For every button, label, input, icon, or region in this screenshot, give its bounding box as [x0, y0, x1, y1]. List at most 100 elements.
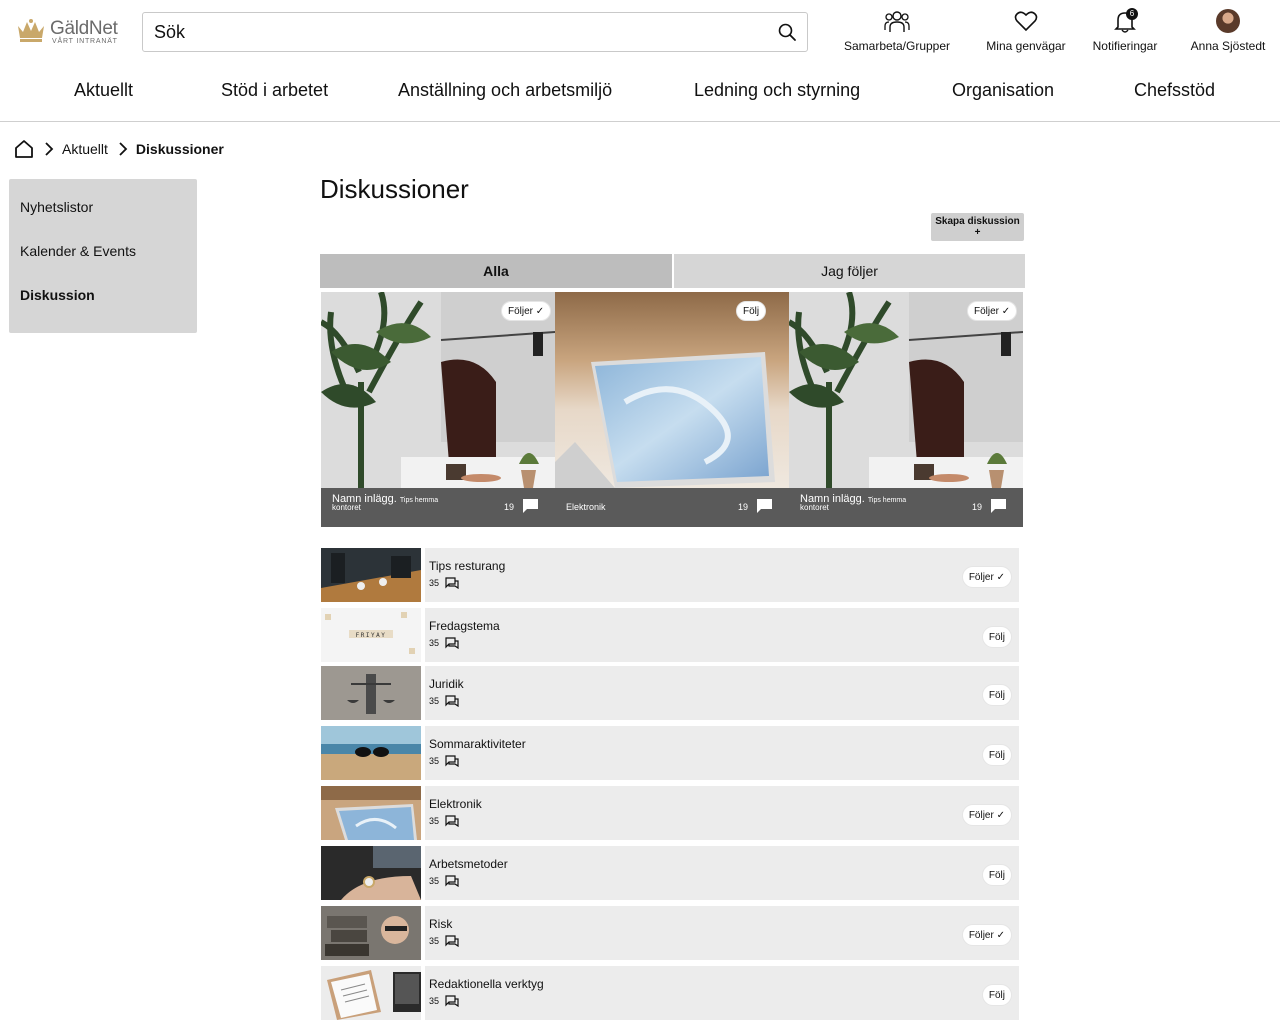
comments-icon [445, 995, 459, 1007]
list-item-body: Fredagstema 35 Följ [425, 608, 1019, 662]
follow-label: Följ [988, 690, 1005, 701]
breadcrumb: Aktuellt Diskussioner [14, 139, 224, 159]
list-item-count: 35 [429, 638, 440, 648]
card-tag-line2: kontoret [800, 503, 829, 512]
logo-sub: VÅRT INTRANÄT [52, 38, 118, 45]
follow-pill[interactable]: Följer ✓ [961, 924, 1012, 946]
follow-label: Följer [968, 930, 994, 941]
nav-notifications[interactable]: 6 Notifieringar [1086, 8, 1164, 56]
list-item[interactable]: Tips resturang 35 Följer ✓ [321, 548, 1019, 602]
list-item-name: Tips resturang [429, 559, 506, 573]
main-nav: Aktuellt Stöd i arbetet Anställning och … [0, 66, 1280, 122]
breadcrumb-aktuellt[interactable]: Aktuellt [62, 141, 108, 157]
list-item-name: Risk [429, 917, 453, 931]
featured-cards: Följer ✓ Namn inlägg. Tips hemma kontore… [321, 292, 1023, 527]
sidebar-item-kalender[interactable]: Kalender & Events [20, 243, 136, 259]
card-tag-line2: kontoret [332, 503, 361, 512]
list-item-body: Tips resturang 35 Följer ✓ [425, 548, 1019, 602]
sidebar-item-diskussion[interactable]: Diskussion [20, 287, 95, 303]
list-item-body: Juridik 35 Följ [425, 666, 1019, 720]
follow-pill[interactable]: Följer ✓ [961, 804, 1012, 826]
list-item[interactable]: Arbetsmetoder 35 Följ [321, 846, 1019, 900]
check-icon: ✓ [996, 810, 1005, 821]
featured-card[interactable]: Följer ✓ Namn inlägg. Tips hemma kontore… [789, 292, 1023, 527]
nav-shortcuts[interactable]: Mina genvägar [978, 8, 1074, 56]
logo-name: GäldNet [50, 18, 118, 39]
mainnav-chefsstod[interactable]: Chefsstöd [1134, 80, 1215, 101]
chevron-right-icon [45, 142, 54, 156]
logo[interactable]: GäldNet VÅRT INTRANÄT [14, 16, 124, 48]
thumb-friyay: FRIYAY [321, 608, 421, 662]
thumb-risk [321, 906, 421, 960]
follow-pill[interactable]: Följer ✓ [967, 301, 1018, 321]
follow-label: Följer [968, 810, 994, 821]
tab-alla[interactable]: Alla [320, 254, 672, 288]
home-icon[interactable] [14, 139, 34, 159]
mainnav-ledning[interactable]: Ledning och styrning [694, 80, 860, 101]
featured-card[interactable]: Följer ✓ Namn inlägg. Tips hemma kontore… [321, 292, 555, 527]
follow-label: Följ [988, 870, 1005, 881]
follow-label: Följer [968, 572, 994, 583]
follow-pill[interactable]: Följ [736, 301, 767, 321]
search-input[interactable] [143, 13, 763, 51]
follow-pill[interactable]: Följ [981, 684, 1012, 706]
list-item-name: Arbetsmetoder [429, 857, 508, 871]
search-box [142, 12, 808, 52]
card-tag: Tips hemma [399, 497, 439, 504]
check-icon: ✓ [535, 306, 545, 317]
comments-icon [445, 935, 459, 947]
nav-profile[interactable]: Anna Sjöstedt [1186, 8, 1270, 56]
list-item-body: Risk 35 Följer ✓ [425, 906, 1019, 960]
check-icon: ✓ [996, 930, 1005, 941]
list-item[interactable]: Elektronik 35 Följer ✓ [321, 786, 1019, 840]
tab-jag-foljer[interactable]: Jag följer [674, 254, 1025, 288]
mainnav-anstallning[interactable]: Anställning och arbetsmiljö [398, 80, 612, 101]
mainnav-organisation[interactable]: Organisation [952, 80, 1054, 101]
sidebar-item-nyhetslistor[interactable]: Nyhetslistor [20, 199, 93, 215]
thumb-watch [321, 846, 421, 900]
follow-label: Följ [988, 750, 1005, 761]
crown-icon [18, 19, 44, 42]
card-footer: Namn inlägg. Tips hemma kontoret 19 [321, 488, 555, 527]
list-item[interactable]: Juridik 35 Följ [321, 666, 1019, 720]
featured-card[interactable]: Följ Elektronik 19 [555, 292, 789, 527]
comments-icon [445, 755, 459, 767]
sidebar: Nyhetslistor Kalender & Events Diskussio… [9, 179, 197, 333]
follow-pill[interactable]: Följ [981, 744, 1012, 766]
list-item[interactable]: FRIYAY Fredagstema 35 Följ [321, 608, 1019, 662]
list-item[interactable]: Redaktionella verktyg 35 Följ [321, 966, 1019, 1020]
comments-icon [445, 875, 459, 887]
list-item-count: 35 [429, 816, 440, 826]
comments-icon [445, 577, 459, 589]
notification-badge: 6 [1126, 8, 1138, 20]
mainnav-stod[interactable]: Stöd i arbetet [221, 80, 328, 101]
comments-icon [445, 637, 459, 649]
nav-groups-label: Samarbeta/Grupper [843, 39, 951, 53]
list-item-body: Arbetsmetoder 35 Följ [425, 846, 1019, 900]
nav-groups[interactable]: Samarbeta/Grupper [842, 8, 952, 56]
comment-icon [991, 499, 1006, 513]
list-item-name: Elektronik [429, 797, 482, 811]
follow-pill[interactable]: Följ [981, 626, 1012, 648]
search-icon[interactable] [777, 22, 797, 42]
follow-pill[interactable]: Följ [981, 984, 1012, 1006]
follow-pill[interactable]: Följer ✓ [961, 566, 1012, 588]
group-icon [884, 11, 910, 32]
chevron-right-icon [119, 142, 128, 156]
comment-icon [757, 499, 772, 513]
follow-label: Följ [743, 306, 760, 317]
follow-pill[interactable]: Följer ✓ [501, 301, 552, 321]
nav-shortcuts-label: Mina genvägar [986, 39, 1066, 53]
card-tag: Tips hemma [867, 497, 907, 504]
comment-count: 19 [972, 502, 983, 512]
list-item[interactable]: Risk 35 Följer ✓ [321, 906, 1019, 960]
list-item-count: 35 [429, 578, 440, 588]
avatar [1216, 9, 1240, 33]
list-item-body: Elektronik 35 Följer ✓ [425, 786, 1019, 840]
mainnav-aktuellt[interactable]: Aktuellt [74, 80, 133, 101]
thumb-justice [321, 666, 421, 720]
follow-pill[interactable]: Följ [981, 864, 1012, 886]
follow-label: Följ [988, 632, 1005, 643]
create-discussion-button[interactable]: Skapa diskussion + [931, 213, 1024, 241]
list-item[interactable]: Sommaraktiviteter 35 Följ [321, 726, 1019, 780]
